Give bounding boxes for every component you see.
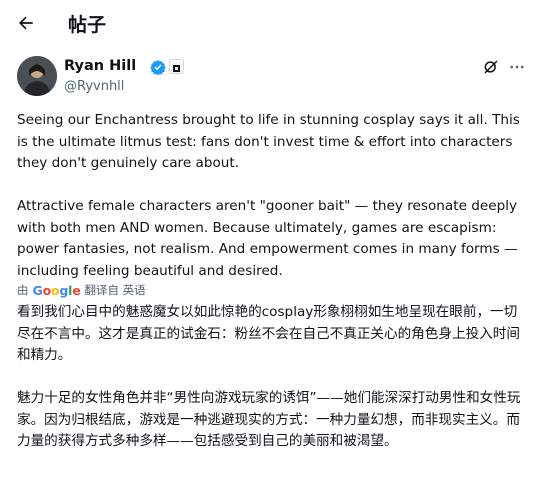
verified-badge-icon [150, 60, 166, 75]
translation-attribution: 由 Google 翻译自 英语 [17, 282, 146, 298]
google-logo: Google [32, 282, 81, 298]
back-button[interactable] [12, 9, 40, 37]
page-title: 帖子 [68, 14, 107, 36]
translated-from-link[interactable]: 翻译自 英语 [84, 282, 145, 298]
translation-by-label: 由 [17, 283, 29, 297]
more-dots-icon[interactable] [508, 58, 526, 76]
tweet-text: Seeing our Enchantress brought to life i… [17, 112, 520, 279]
avatar-image [17, 56, 57, 96]
author-name[interactable]: Ryan Hill [64, 58, 136, 74]
affiliation-badge-icon[interactable] [169, 59, 184, 74]
grok-icon[interactable] [482, 58, 500, 76]
translated-text: 看到我们心目中的魅惑魔女以如此惊艳的cosplay形象栩栩如生地呈现在眼前，一切… [17, 304, 521, 449]
avatar[interactable] [17, 56, 57, 96]
arrow-left-icon [19, 16, 33, 30]
author-handle[interactable]: @Ryvnhll [64, 79, 124, 94]
header: 帖子 [0, 0, 540, 46]
